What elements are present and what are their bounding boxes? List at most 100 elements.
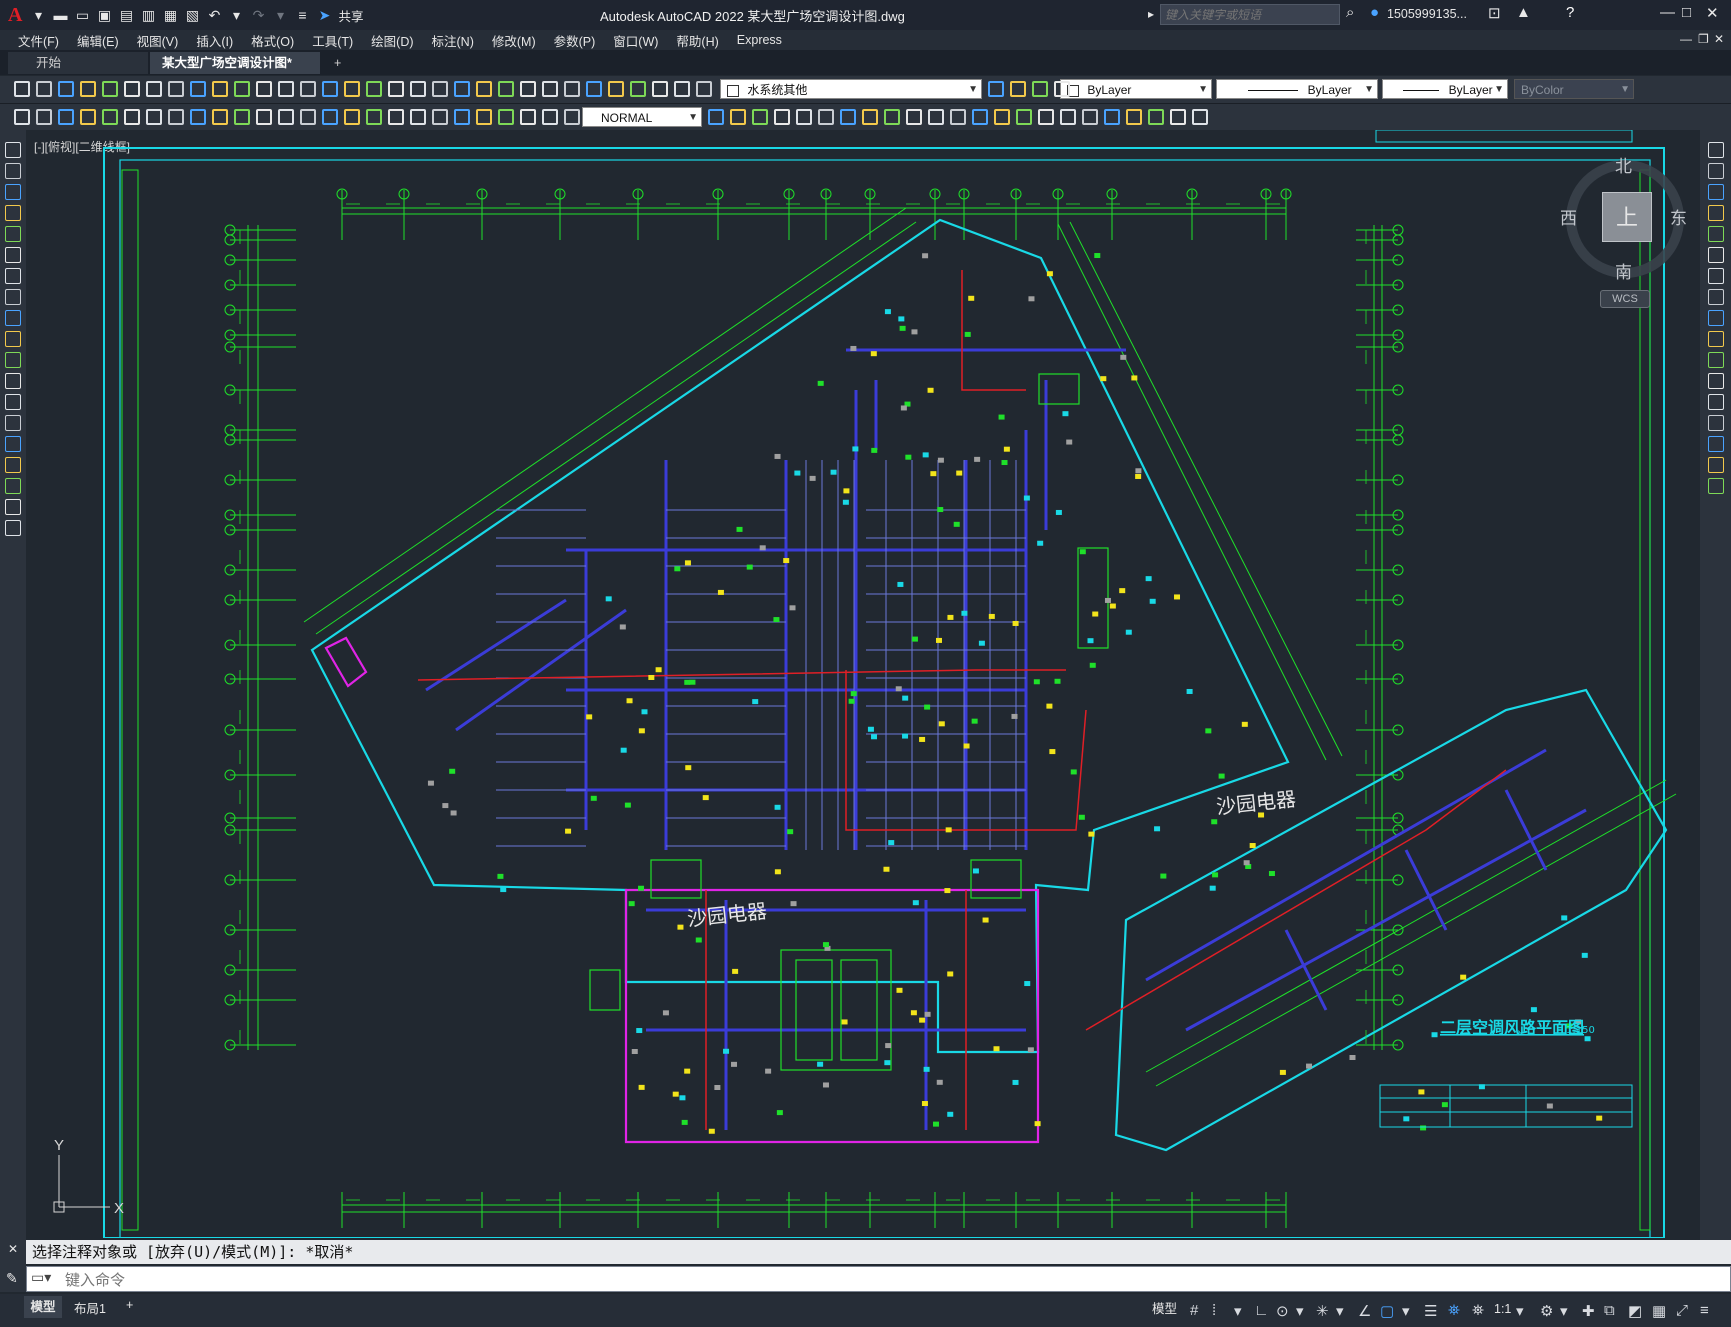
toolbar-tool-icon[interactable] bbox=[454, 109, 470, 125]
new-file-icon[interactable]: ▬ bbox=[50, 5, 70, 25]
workspace-dropdown-icon[interactable]: ▾ bbox=[1560, 1302, 1568, 1320]
toolbar-tool-icon[interactable] bbox=[80, 81, 96, 97]
add-layout-icon[interactable]: + bbox=[126, 1298, 133, 1312]
undo-dropdown-icon[interactable]: ▾ bbox=[226, 5, 246, 25]
toolbar-tool-icon[interactable] bbox=[1708, 226, 1724, 242]
toolbar-tool-icon[interactable] bbox=[774, 109, 790, 125]
color-dropdown[interactable]: ByLayer ▼ bbox=[1060, 79, 1212, 99]
toolbar-tool-icon[interactable] bbox=[752, 109, 768, 125]
menu-insert[interactable]: 插入(I) bbox=[196, 31, 233, 50]
menu-edit[interactable]: 编辑(E) bbox=[77, 31, 119, 50]
toolbar-tool-icon[interactable] bbox=[80, 109, 96, 125]
toolbar-tool-icon[interactable] bbox=[994, 109, 1010, 125]
toolbar-tool-icon[interactable] bbox=[102, 81, 118, 97]
toolbar-tool-icon[interactable] bbox=[520, 109, 536, 125]
toolbar-tool-icon[interactable] bbox=[586, 81, 602, 97]
toolbar-tool-icon[interactable] bbox=[212, 81, 228, 97]
toolbar-tool-icon[interactable] bbox=[256, 109, 272, 125]
toolbar-tool-icon[interactable] bbox=[300, 109, 316, 125]
toolbar-tool-icon[interactable] bbox=[1708, 478, 1724, 494]
share-icon[interactable]: ➤ bbox=[314, 5, 334, 25]
doc-minimize-icon[interactable]: — bbox=[1680, 32, 1692, 46]
toolbar-tool-icon[interactable] bbox=[5, 415, 21, 431]
toolbar-tool-icon[interactable] bbox=[454, 81, 470, 97]
tab-active-drawing[interactable]: 某大型广场空调设计图* × bbox=[150, 52, 320, 92]
isodraft-dropdown-icon[interactable]: ▾ bbox=[1336, 1302, 1344, 1320]
object-snap-tracking-icon[interactable]: ∠ bbox=[1358, 1302, 1371, 1320]
toolbar-tool-icon[interactable] bbox=[5, 457, 21, 473]
toolbar-tool-icon[interactable] bbox=[1010, 81, 1026, 97]
toolbar-tool-icon[interactable] bbox=[542, 109, 558, 125]
undo-icon[interactable]: ↶ bbox=[204, 5, 224, 25]
viewcube-east[interactable]: 东 bbox=[1670, 204, 1687, 229]
command-prompt-icon[interactable]: ▭▾ bbox=[31, 1269, 51, 1286]
command-input[interactable] bbox=[63, 1269, 1707, 1291]
toolbar-tool-icon[interactable] bbox=[1016, 109, 1032, 125]
menu-express[interactable]: Express bbox=[737, 33, 782, 47]
toolbar-tool-icon[interactable] bbox=[5, 247, 21, 263]
linetype-dropdown[interactable]: ByLayer ▼ bbox=[1216, 79, 1378, 99]
toolbar-tool-icon[interactable] bbox=[5, 352, 21, 368]
toolbar-tool-icon[interactable] bbox=[5, 394, 21, 410]
viewcube-top-face[interactable]: 上 bbox=[1602, 192, 1652, 242]
model-space-toggle[interactable]: 模型 bbox=[1152, 1298, 1177, 1317]
toolbar-tool-icon[interactable] bbox=[58, 81, 74, 97]
toolbar-tool-icon[interactable] bbox=[608, 81, 624, 97]
menu-tools[interactable]: 工具(T) bbox=[312, 31, 353, 50]
help-icon[interactable]: ? bbox=[1566, 4, 1574, 21]
toolbar-tool-icon[interactable] bbox=[1708, 415, 1724, 431]
drawing-canvas[interactable]: [-][俯视][二维线框] 沙园电器 沙园电器 二层空调风路平面图 1:150 … bbox=[26, 130, 1700, 1238]
toolbar-tool-icon[interactable] bbox=[410, 81, 426, 97]
toolbar-tool-icon[interactable] bbox=[1708, 289, 1724, 305]
menu-draw[interactable]: 绘图(D) bbox=[371, 31, 413, 50]
toolbar-tool-icon[interactable] bbox=[5, 520, 21, 536]
toolbar-tool-icon[interactable] bbox=[124, 109, 140, 125]
layout-tab-model[interactable]: 模型 bbox=[24, 1296, 62, 1318]
toolbar-tool-icon[interactable] bbox=[988, 81, 1004, 97]
polar-dropdown-icon[interactable]: ▾ bbox=[1296, 1302, 1304, 1320]
toolbar-tool-icon[interactable] bbox=[14, 81, 30, 97]
annotation-visibility-icon[interactable]: ⛯ bbox=[1448, 1302, 1460, 1319]
share-label[interactable]: 共享 bbox=[338, 6, 363, 25]
toolbar-tool-icon[interactable] bbox=[652, 81, 668, 97]
toolbar-tool-icon[interactable] bbox=[5, 373, 21, 389]
wcs-dropdown[interactable]: WCS bbox=[1600, 290, 1650, 308]
doc-close-icon[interactable]: ✕ bbox=[1714, 32, 1724, 46]
toolbar-tool-icon[interactable] bbox=[1032, 81, 1048, 97]
maximize-window-icon[interactable]: □ bbox=[1682, 4, 1691, 21]
toolbar-tool-icon[interactable] bbox=[146, 109, 162, 125]
toolbar-tool-icon[interactable] bbox=[542, 81, 558, 97]
toolbar-tool-icon[interactable] bbox=[1126, 109, 1142, 125]
toolbar-tool-icon[interactable] bbox=[1708, 457, 1724, 473]
user-icon[interactable]: ● bbox=[1370, 4, 1379, 21]
toolbar-tool-icon[interactable] bbox=[884, 109, 900, 125]
toolbar-tool-icon[interactable] bbox=[1038, 109, 1054, 125]
toolbar-tool-icon[interactable] bbox=[696, 81, 712, 97]
toolbar-tool-icon[interactable] bbox=[5, 142, 21, 158]
menu-dimension[interactable]: 标注(N) bbox=[432, 31, 474, 50]
toolbar-tool-icon[interactable] bbox=[146, 81, 162, 97]
toolbar-tool-icon[interactable] bbox=[906, 109, 922, 125]
toolbar-tool-icon[interactable] bbox=[278, 81, 294, 97]
menu-view[interactable]: 视图(V) bbox=[137, 31, 179, 50]
menu-help[interactable]: 帮助(H) bbox=[676, 31, 718, 50]
toolbar-tool-icon[interactable] bbox=[234, 109, 250, 125]
redo-icon[interactable]: ↷ bbox=[248, 5, 268, 25]
plotstyle-dropdown[interactable]: ByColor ▼ bbox=[1514, 79, 1634, 99]
toolbar-tool-icon[interactable] bbox=[1060, 109, 1076, 125]
viewcube[interactable]: 上 北 南 西 东 WCS bbox=[1556, 150, 1700, 320]
toolbar-tool-icon[interactable] bbox=[1148, 109, 1164, 125]
toolbar-tool-icon[interactable] bbox=[1708, 394, 1724, 410]
save-as-icon[interactable]: ▤ bbox=[116, 5, 136, 25]
toolbar-tool-icon[interactable] bbox=[520, 81, 536, 97]
tab-start[interactable]: 开始 bbox=[8, 52, 148, 74]
units-icon[interactable]: ⧉ bbox=[1604, 1302, 1615, 1319]
toolbar-tool-icon[interactable] bbox=[5, 499, 21, 515]
toolbar-tool-icon[interactable] bbox=[432, 81, 448, 97]
toolbar-tool-icon[interactable] bbox=[1054, 81, 1070, 97]
toolbar-tool-icon[interactable] bbox=[950, 109, 966, 125]
menu-parametric[interactable]: 参数(P) bbox=[554, 31, 596, 50]
toolbar-tool-icon[interactable] bbox=[928, 109, 944, 125]
save-web-icon[interactable]: ▦ bbox=[160, 5, 180, 25]
toolbar-tool-icon[interactable] bbox=[5, 268, 21, 284]
